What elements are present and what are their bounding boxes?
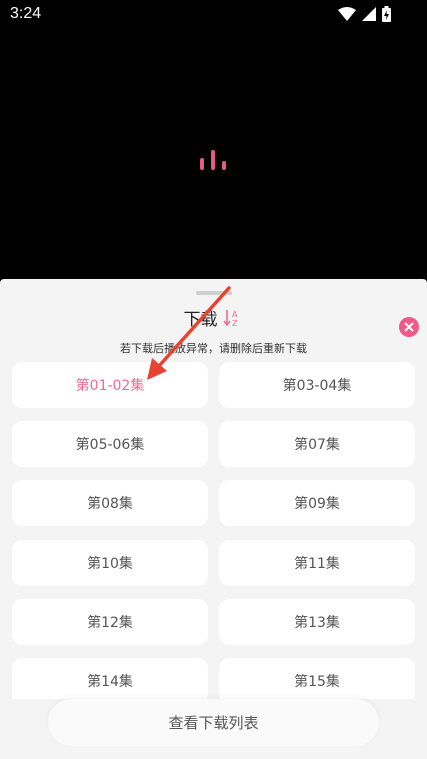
- wifi-icon: [338, 7, 356, 21]
- signal-icon: [362, 7, 376, 21]
- svg-text:Z: Z: [232, 319, 238, 328]
- sheet-title: 下载: [0, 305, 427, 330]
- video-player[interactable]: [0, 30, 427, 278]
- episode-item[interactable]: 第10集: [12, 539, 208, 586]
- episode-item[interactable]: 第05-06集: [12, 421, 208, 468]
- episode-item[interactable]: 第11集: [219, 539, 415, 586]
- episode-item[interactable]: 第12集: [12, 598, 208, 645]
- status-icons: [338, 6, 391, 22]
- episode-item[interactable]: 第07集: [219, 421, 415, 468]
- episode-item[interactable]: 第13集: [219, 598, 415, 645]
- sheet-title-text: 下载: [183, 310, 218, 330]
- episode-item[interactable]: 第01-02集: [12, 362, 208, 408]
- status-bar: 3:24: [0, 0, 427, 30]
- episode-grid: 第01-02集 第03-04集 第05-06集 第07集 第08集 第09集 第10集 第11…: [12, 362, 415, 699]
- episode-item[interactable]: 第09集: [219, 480, 415, 527]
- episode-item[interactable]: 第08集: [12, 480, 208, 527]
- loading-bars-icon: [199, 148, 227, 170]
- drag-handle[interactable]: [196, 291, 232, 295]
- episode-item[interactable]: 第14集: [12, 658, 208, 699]
- status-time: 3:24: [10, 5, 42, 22]
- view-download-list-button[interactable]: 查看下载列表: [48, 699, 379, 746]
- download-sheet: 下载 A Z 若下载后播放异常，请删除后重新下载 第01-02集 第03-04集第…: [0, 279, 427, 759]
- battery-charging-icon: [382, 6, 391, 22]
- sort-az-icon[interactable]: A Z: [222, 308, 242, 328]
- close-button[interactable]: [399, 317, 419, 337]
- close-icon: [404, 322, 414, 332]
- episode-item[interactable]: 第15集: [219, 658, 415, 699]
- episode-item[interactable]: 第03-04集: [219, 362, 415, 408]
- svg-text:A: A: [232, 310, 238, 319]
- download-notice: 若下载后播放异常，请删除后重新下载: [120, 342, 307, 355]
